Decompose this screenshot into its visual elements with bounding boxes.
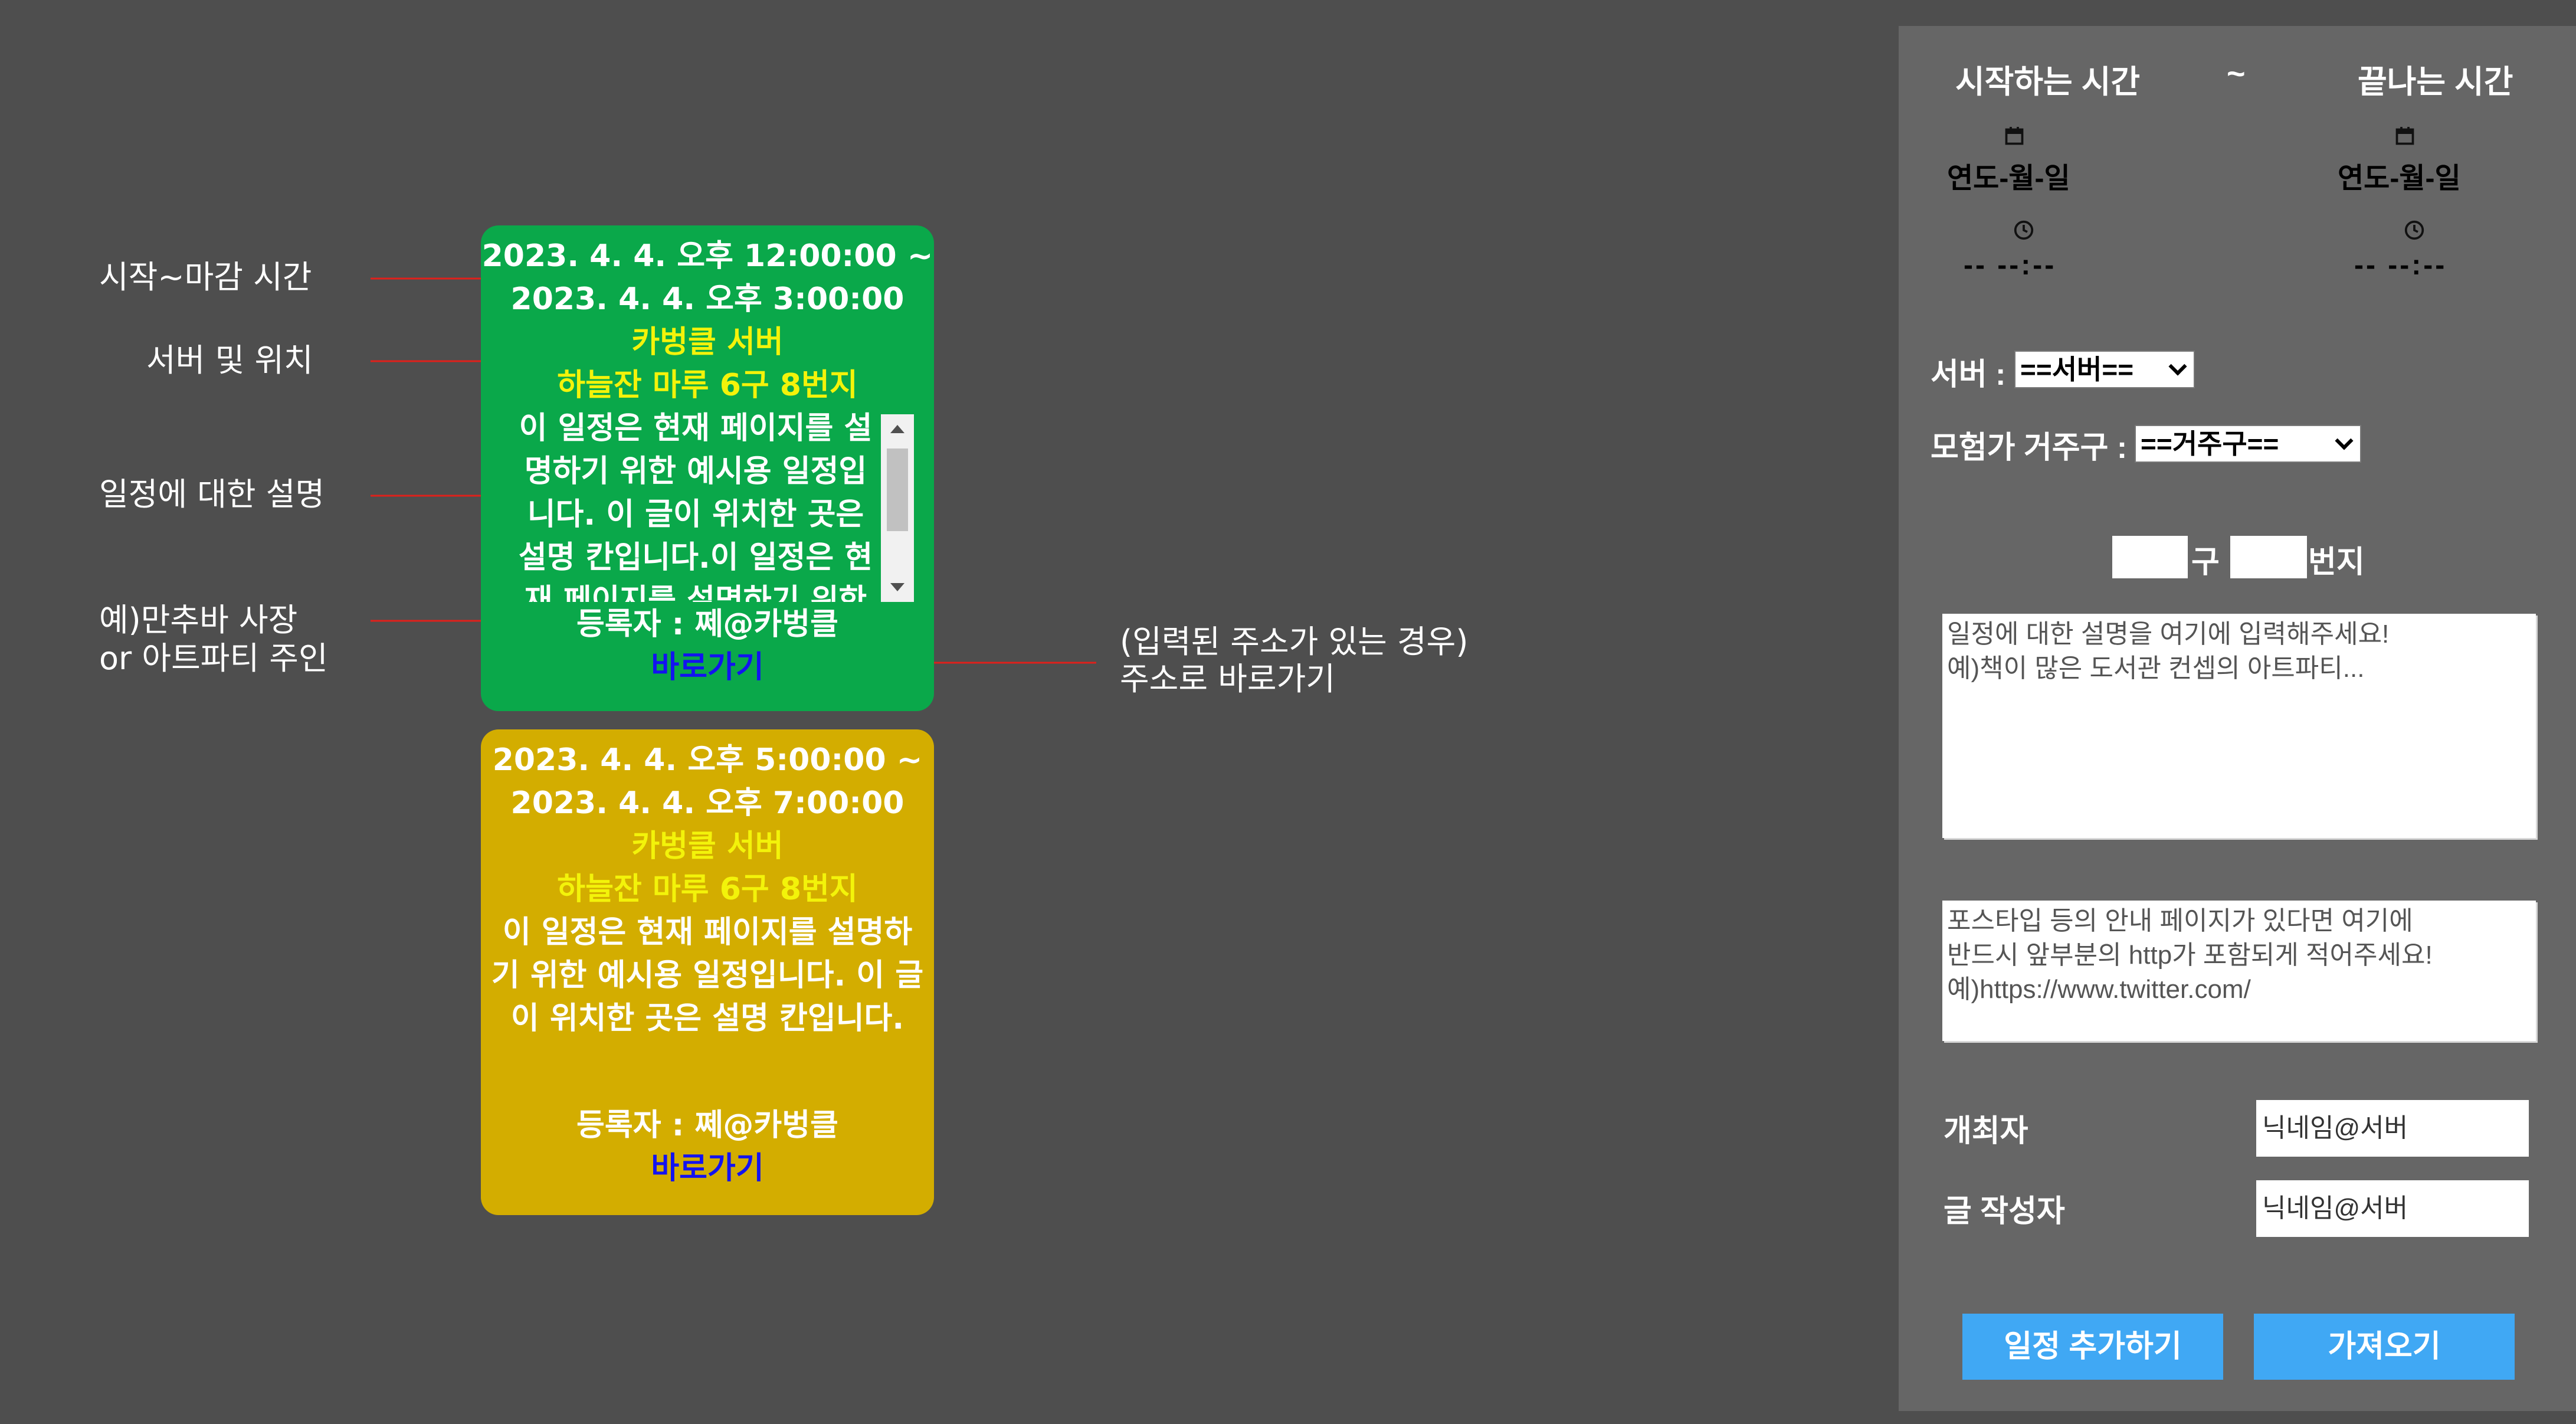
start-date-placeholder: 연도-월-일: [1947, 163, 2070, 194]
end-time-label: 끝나는 시간: [2358, 64, 2513, 100]
event-time-start: 2023. 4. 4. 오후 12:00:00 ~: [481, 238, 933, 274]
event-description: 이 일정은 현재 페이지를 설명하기 위한 예시용 일정입니다. 이 글이 위치…: [518, 411, 873, 602]
calendar-icon[interactable]: [2394, 125, 2416, 146]
url-textarea[interactable]: 포스타입 등의 안내 페이지가 있다면 여기에 반드시 앞부분의 http가 포…: [1942, 901, 2536, 1041]
plot-number-input[interactable]: [2230, 536, 2307, 578]
clock-icon[interactable]: [2013, 220, 2034, 241]
event-location: 하늘잔 마루 6구 8번지: [557, 872, 858, 907]
event-card: 2023. 4. 4. 오후 5:00:00 ~ 2023. 4. 4. 오후 …: [481, 729, 934, 1215]
event-registrant: 등록자 : 쩨@카벙클: [576, 1108, 838, 1143]
event-description-line: 이 일정은 현재 페이지를 설명하: [502, 915, 913, 950]
description-textarea[interactable]: 일정에 대한 설명을 여기에 입력해주세요! 예)책이 많은 도서관 컨셉의 아…: [1942, 614, 2536, 838]
event-description-line: 이 위치한 곳은 설명 칸입니다.: [510, 1001, 904, 1036]
tilde-separator: ~: [2227, 56, 2246, 91]
end-date-placeholder: 연도-월-일: [2338, 163, 2461, 194]
event-server: 카벙클 서버: [631, 325, 784, 360]
end-time-input[interactable]: -- --:--: [2354, 220, 2496, 290]
start-date-input[interactable]: 연도-월-일: [1947, 125, 2100, 196]
event-time-end: 2023. 4. 4. 오후 3:00:00: [510, 281, 904, 317]
import-button[interactable]: 가져오기: [2254, 1314, 2515, 1380]
start-time-input[interactable]: -- --:--: [1964, 220, 2105, 290]
scroll-down-arrow-icon[interactable]: [890, 583, 904, 591]
server-select[interactable]: ==서버==: [2014, 351, 2195, 388]
server-select-value: ==서버==: [2020, 354, 2134, 385]
annotation-link-line2: 주소로 바로가기: [1120, 660, 1335, 698]
ward-number-input[interactable]: [2112, 536, 2188, 578]
start-time-placeholder: -- --:--: [1964, 250, 2057, 281]
host-label: 개최자: [1944, 1114, 2028, 1148]
plot-suffix-label: 번지: [2308, 545, 2365, 580]
annotation-link-line1: (입력된 주소가 있는 경우): [1120, 623, 1469, 660]
chevron-down-icon: [2335, 431, 2354, 450]
ward-suffix-label: 구: [2191, 545, 2220, 580]
event-description-scrollbox[interactable]: 이 일정은 현재 페이지를 설명하기 위한 예시용 일정입니다. 이 글이 위치…: [501, 407, 914, 602]
add-schedule-button[interactable]: 일정 추가하기: [1962, 1314, 2223, 1380]
annotation-time: 시작~마감 시간: [99, 258, 312, 296]
event-link[interactable]: 바로가기: [481, 1147, 934, 1190]
event-time-end: 2023. 4. 4. 오후 7:00:00: [510, 785, 904, 821]
event-registrant: 등록자 : 쩨@카벙클: [576, 607, 838, 642]
end-time-placeholder: -- --:--: [2354, 250, 2447, 281]
event-card: 2023. 4. 4. 오후 12:00:00 ~ 2023. 4. 4. 오후…: [481, 225, 934, 711]
event-server: 카벙클 서버: [631, 829, 784, 864]
event-link[interactable]: 바로가기: [481, 646, 934, 689]
scroll-up-arrow-icon[interactable]: [890, 425, 904, 433]
residence-label: 모험가 거주구 :: [1931, 431, 2128, 465]
clock-icon[interactable]: [2404, 220, 2425, 241]
event-location: 하늘잔 마루 6구 8번지: [557, 368, 858, 403]
residence-select[interactable]: ==거주구==: [2135, 425, 2361, 463]
end-date-input[interactable]: 연도-월-일: [2338, 125, 2491, 196]
description-scrollbar[interactable]: [881, 414, 914, 602]
annotation-description: 일정에 대한 설명: [99, 476, 325, 513]
scroll-thumb[interactable]: [887, 449, 908, 531]
annotation-server: 서버 및 위치: [146, 342, 313, 379]
start-time-label: 시작하는 시간: [1955, 64, 2141, 100]
schedule-form-panel: 시작하는 시간 ~ 끝나는 시간 연도-월-일 -- --:-- 연도-월-일: [1899, 26, 2576, 1411]
residence-select-value: ==거주구==: [2141, 428, 2279, 459]
event-time-start: 2023. 4. 4. 오후 5:00:00 ~: [492, 742, 923, 778]
author-input[interactable]: 닉네임@서버: [2256, 1180, 2529, 1237]
chevron-down-icon: [2168, 357, 2187, 376]
calendar-icon[interactable]: [2004, 125, 2025, 146]
event-description-line: 기 위한 예시용 일정입니다. 이 글: [491, 958, 924, 993]
server-label: 서버 :: [1931, 358, 2006, 392]
annotation-owner-line2: or 아트파티 주인: [99, 640, 328, 677]
author-label: 글 작성자: [1944, 1194, 2065, 1229]
host-input[interactable]: 닉네임@서버: [2256, 1100, 2529, 1157]
annotation-owner-line1: 예)만추바 사장: [99, 601, 298, 639]
